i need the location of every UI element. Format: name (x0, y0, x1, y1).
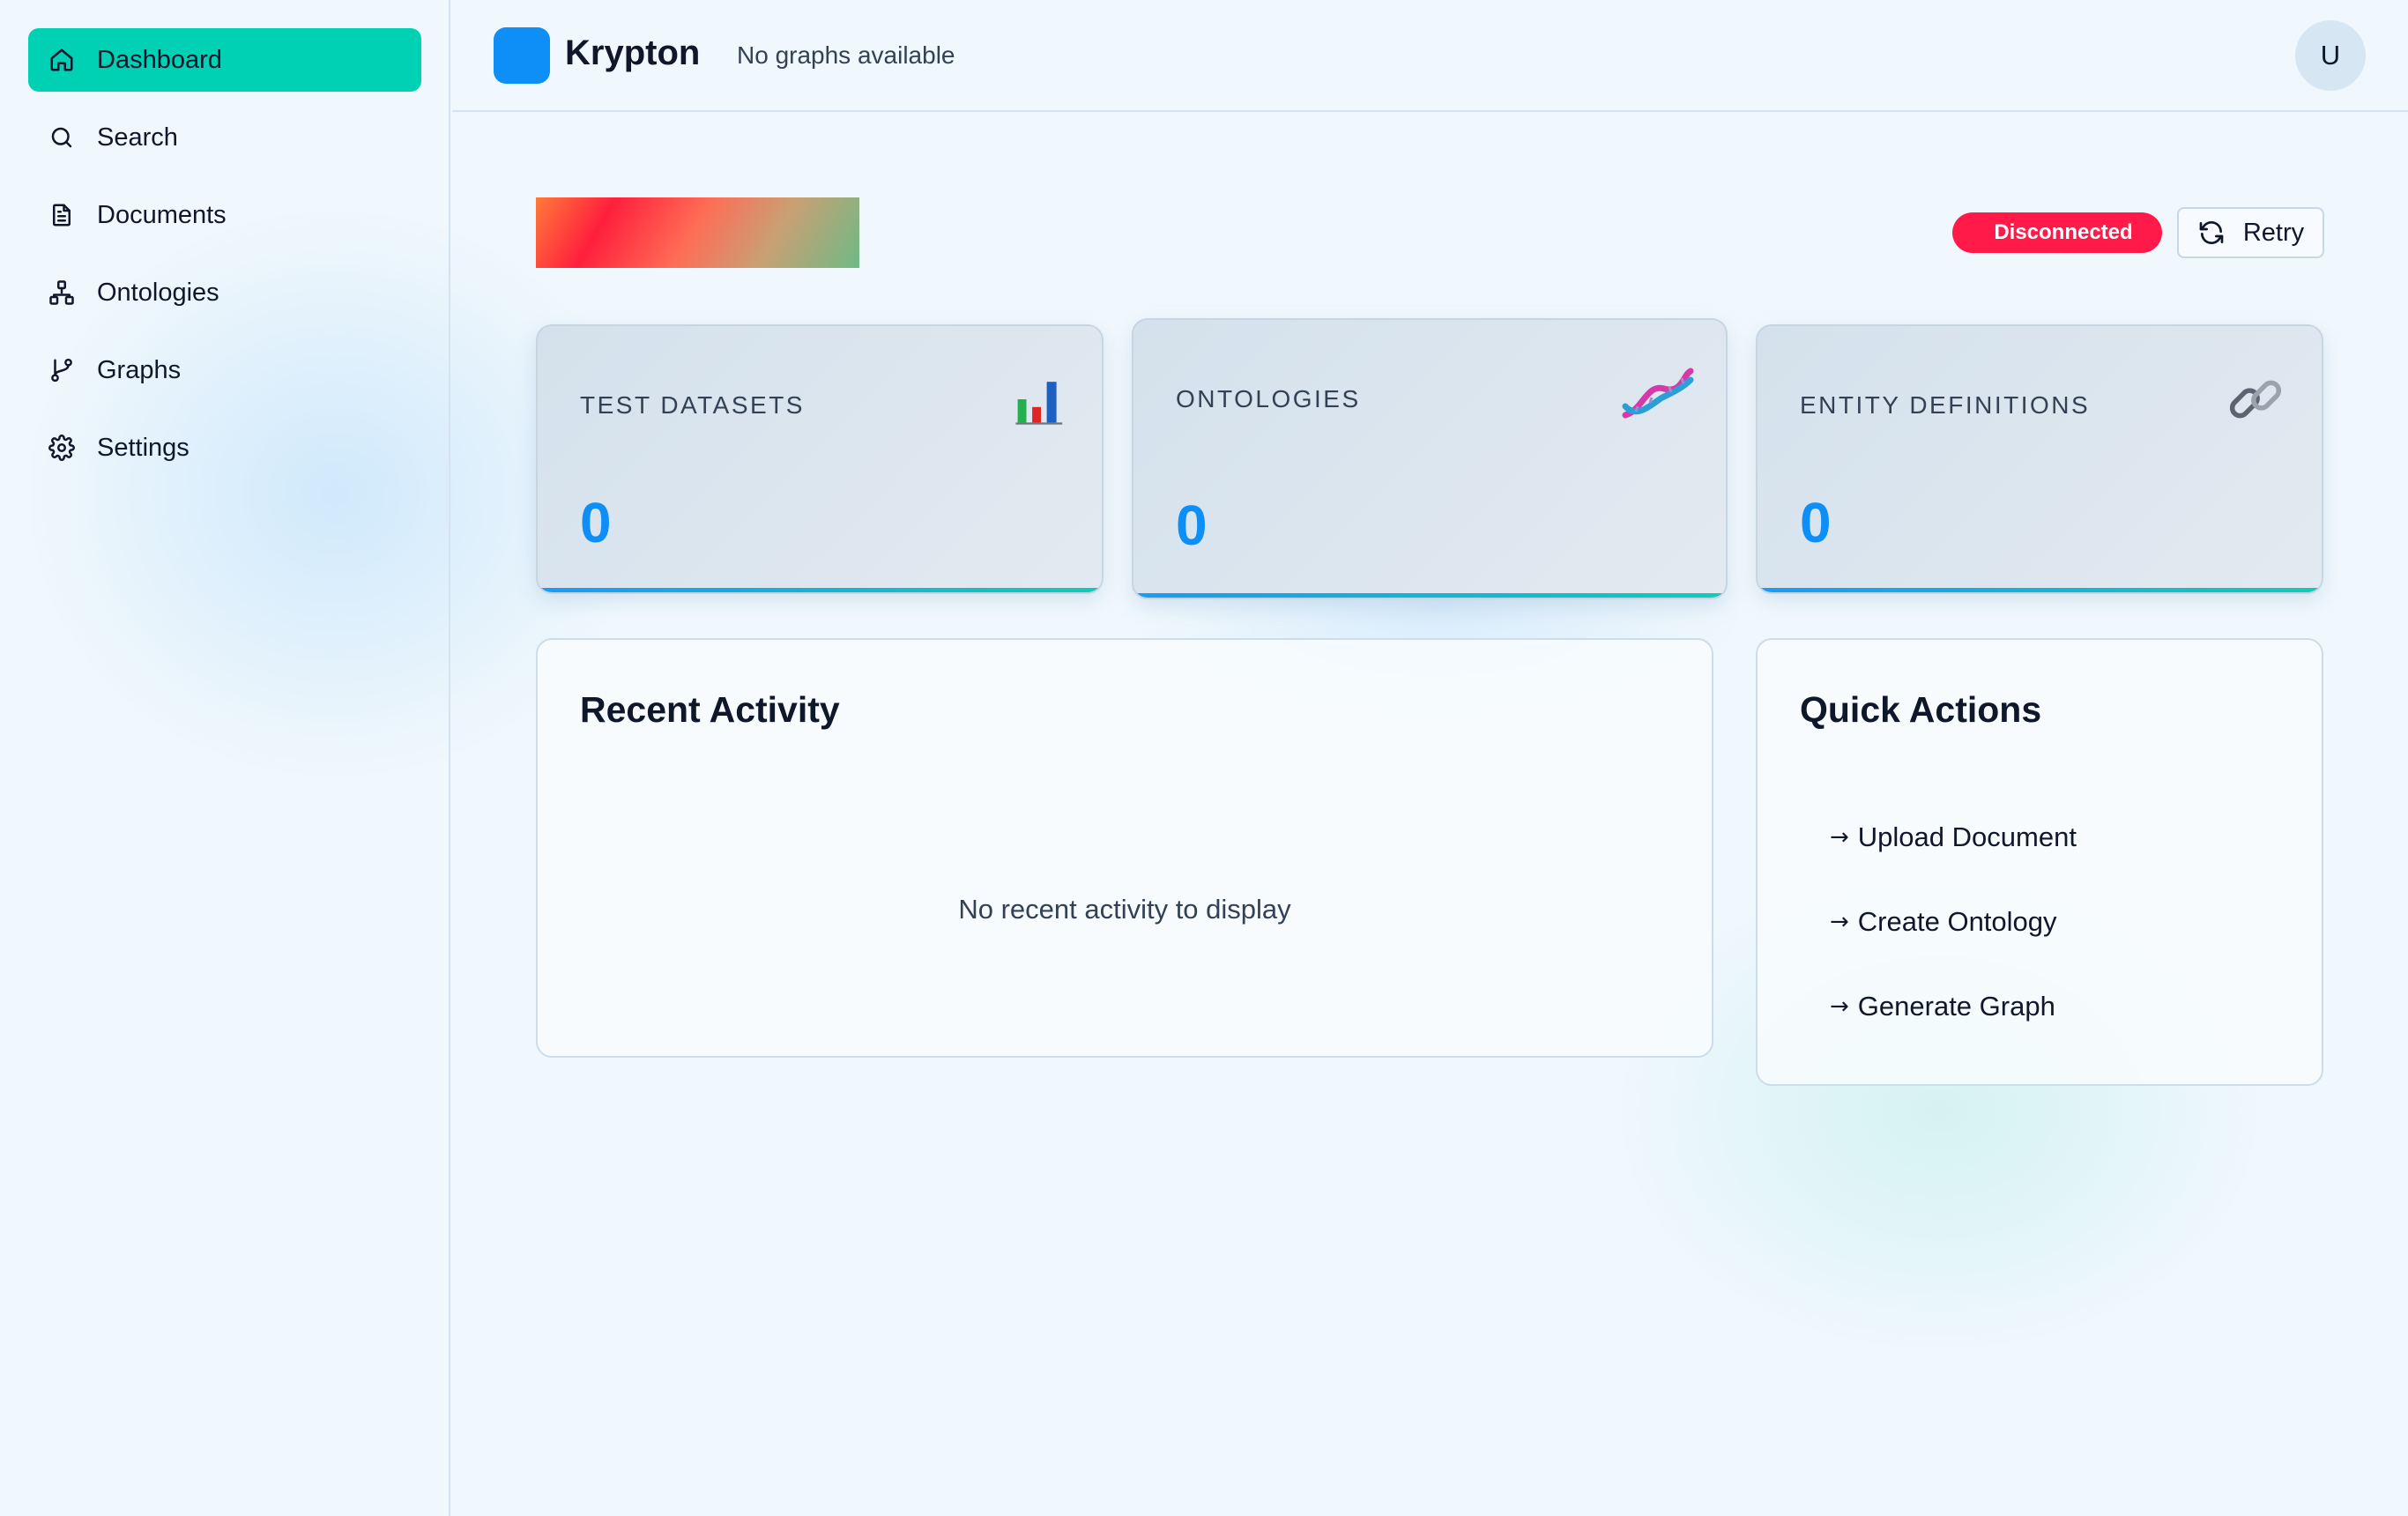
action-label: Create Ontology (1857, 906, 2057, 937)
stat-value: 0 (1176, 494, 1208, 557)
stat-card-entity-definitions: ENTITY DEFINITIONS 0 (1756, 324, 2323, 594)
arrow-right-icon: → (1830, 909, 1849, 935)
retry-label: Retry (2242, 218, 2305, 247)
user-avatar[interactable]: U (2295, 20, 2366, 91)
arrow-right-icon: → (1830, 993, 1849, 1020)
app-name: Krypton (565, 33, 701, 72)
recent-activity-title: Recent Activity (580, 689, 840, 730)
sidebar-item-search[interactable]: Search (28, 106, 421, 169)
stat-card-test-datasets: TEST DATASETS 0 (536, 324, 1104, 594)
sidebar-item-ontologies[interactable]: Ontologies (28, 261, 421, 324)
quick-actions-panel: Quick Actions → Upload Document → Create… (1756, 638, 2323, 1086)
home-icon (48, 46, 76, 74)
sidebar-item-label: Ontologies (97, 278, 219, 307)
connection-status-badge: Disconnected (1952, 212, 2162, 253)
stat-title: ONTOLOGIES (1176, 385, 1361, 412)
sidebar-item-dashboard[interactable]: Dashboard (28, 28, 421, 92)
sidebar-item-label: Search (97, 123, 178, 152)
sidebar-item-label: Settings (97, 433, 190, 462)
stat-title: TEST DATASETS (580, 391, 805, 419)
create-ontology-link[interactable]: → Create Ontology (1830, 906, 2057, 938)
bar-chart-icon (1015, 382, 1063, 425)
gear-icon (48, 434, 76, 462)
git-branch-icon (48, 356, 76, 384)
document-icon (48, 201, 76, 229)
action-label: Upload Document (1857, 821, 2077, 852)
generate-graph-link[interactable]: → Generate Graph (1830, 991, 2055, 1022)
retry-button[interactable]: Retry (2177, 207, 2324, 258)
recent-activity-panel: Recent Activity No recent activity to di… (536, 638, 1713, 1058)
refresh-icon (2199, 220, 2224, 245)
top-header: Krypton No graphs available U (452, 0, 2408, 112)
network-icon (48, 279, 76, 307)
sidebar-item-documents[interactable]: Documents (28, 183, 421, 247)
app-root: Dashboard Search Documents Ontologies Gr… (0, 0, 2408, 1516)
recent-activity-empty-message: No recent activity to display (958, 894, 1291, 925)
gradient-banner-image (536, 197, 859, 268)
search-icon (48, 123, 76, 152)
sidebar-item-label: Documents (97, 200, 227, 229)
dna-icon (1622, 368, 1694, 419)
sidebar-item-settings[interactable]: Settings (28, 416, 421, 479)
link-icon (2229, 380, 2282, 419)
sidebar-item-label: Dashboard (97, 45, 222, 74)
sidebar: Dashboard Search Documents Ontologies Gr… (0, 0, 450, 1516)
sidebar-item-graphs[interactable]: Graphs (28, 338, 421, 402)
sidebar-item-label: Graphs (97, 355, 182, 384)
app-logo (494, 27, 550, 84)
stat-card-ontologies: ONTOLOGIES 0 (1132, 318, 1728, 599)
quick-actions-title: Quick Actions (1800, 689, 2042, 730)
stat-value: 0 (1800, 491, 1832, 554)
upload-document-link[interactable]: → Upload Document (1830, 821, 2077, 853)
stat-title: ENTITY DEFINITIONS (1800, 391, 2091, 419)
graph-status-text: No graphs available (737, 41, 955, 69)
action-label: Generate Graph (1857, 991, 2055, 1022)
stat-value: 0 (580, 491, 612, 554)
arrow-right-icon: → (1830, 824, 1849, 851)
